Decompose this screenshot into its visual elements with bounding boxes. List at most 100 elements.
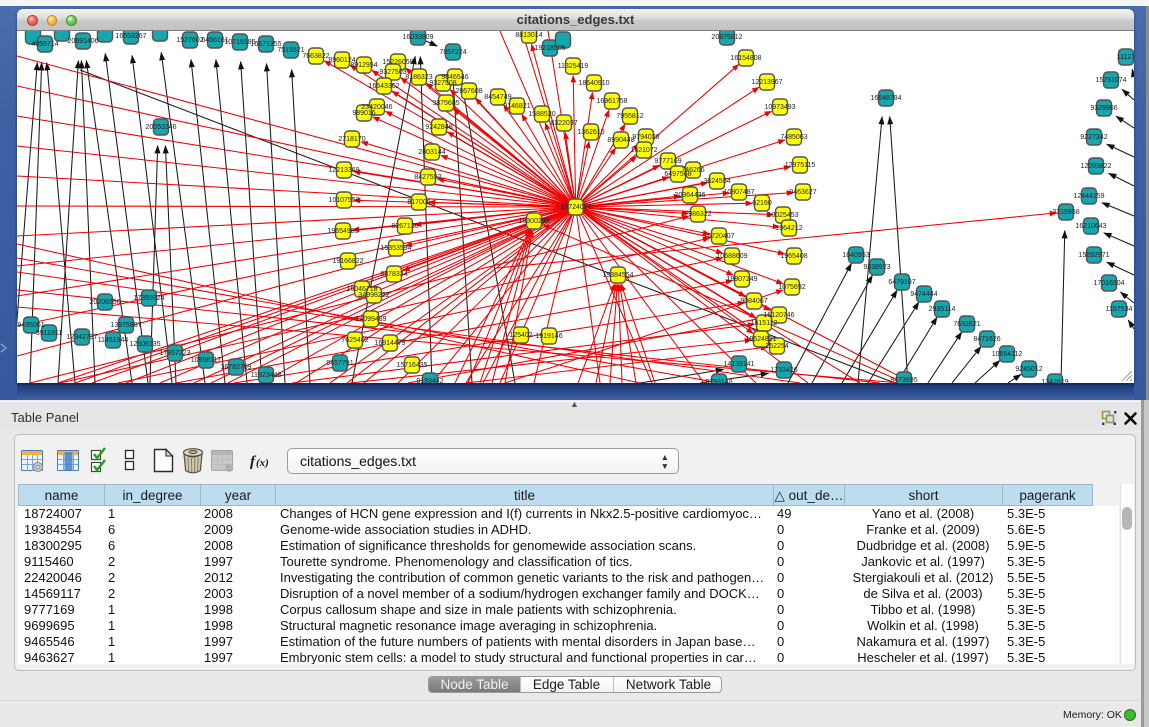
svg-text:1527602: 1527602 [176,37,203,44]
svg-text:11325419: 11325419 [558,63,589,70]
svg-text:817006: 817006 [407,199,430,206]
svg-text:1342619: 1342619 [1041,379,1068,383]
svg-text:1964212: 1964212 [775,225,802,232]
svg-text:1615112: 1615112 [751,320,778,327]
svg-text:20206556: 20206556 [89,299,120,306]
svg-text:252254: 252254 [765,343,788,350]
svg-text:16033809: 16033809 [402,34,433,41]
svg-text:2718170: 2718170 [338,136,365,143]
svg-text:(x): (x) [256,457,269,469]
svg-text:8813014: 8813014 [515,32,542,39]
svg-text:1640953: 1640953 [842,252,869,259]
svg-text:12093822: 12093822 [1080,163,1111,170]
svg-text:11923448: 11923448 [251,372,282,379]
svg-text:10025453: 10025453 [767,212,798,219]
svg-text:15226058: 15226058 [382,59,413,66]
svg-text:9474444: 9474444 [910,291,937,298]
svg-text:9794028: 9794028 [632,134,659,141]
svg-text:6479197: 6479197 [888,279,915,286]
svg-text:1362615: 1362615 [577,129,604,136]
svg-text:18300295: 18300295 [518,218,549,225]
svg-text:10654112: 10654112 [992,351,1023,358]
svg-text:12213967: 12213967 [751,79,782,86]
svg-text:2867608: 2867608 [455,88,482,95]
svg-text:34998222: 34998222 [358,292,389,299]
svg-text:7515521: 7515521 [277,47,304,54]
svg-text:16914479: 16914479 [374,340,405,347]
svg-text:1965408: 1965408 [780,253,807,260]
svg-text:14139141: 14139141 [723,361,754,368]
svg-text:15692971: 15692971 [1078,252,1109,259]
svg-text:18724007: 18724007 [560,204,591,211]
svg-text:4055714: 4055714 [31,41,58,48]
svg-text:7955812: 7955812 [616,113,643,120]
svg-text:9457791: 9457791 [326,360,353,367]
svg-text:15716435: 15716435 [396,362,427,369]
svg-text:16961758: 16961758 [596,98,627,105]
svg-text:9327503: 9327503 [379,69,406,76]
svg-text:11127: 11127 [1117,54,1134,61]
svg-text:7986322: 7986322 [684,211,711,218]
svg-text:8912954: 8912954 [350,62,377,69]
svg-text:2803144: 2803144 [418,149,445,156]
svg-text:9463627: 9463627 [789,189,816,196]
svg-text:9227342: 9227342 [1080,134,1107,141]
svg-text:8322037: 8322037 [550,120,577,127]
svg-text:10973493: 10973493 [764,104,795,111]
svg-text:9146821: 9146821 [503,103,530,110]
svg-text:8427552: 8427552 [414,174,441,181]
svg-text:10958117: 10958117 [191,357,222,364]
svg-text:15353594: 15353594 [380,245,411,252]
svg-text:1621072: 1621072 [630,147,657,154]
svg-text:16210643: 16210643 [1075,223,1106,230]
svg-text:19654985: 19654985 [327,228,358,235]
svg-text:989016: 989016 [352,110,375,117]
svg-text:16782759: 16782759 [220,364,251,371]
svg-text:16543362: 16543362 [368,83,399,90]
svg-text:1919146: 1919146 [535,333,562,340]
svg-text:20691406: 20691406 [67,38,98,45]
svg-text:12975115: 12975115 [785,162,816,169]
svg-text:19384554: 19384554 [602,272,633,279]
svg-text:16648784: 16648784 [870,95,901,102]
svg-text:15720407: 15720407 [703,233,734,240]
svg-text:8454749: 8454749 [484,94,511,101]
svg-text:14099489: 14099489 [355,316,386,323]
svg-text:9327508: 9327508 [429,80,456,87]
svg-text:20364436: 20364436 [674,192,705,199]
svg-text:125402: 125402 [509,332,532,339]
svg-text:12444159: 12444159 [1073,193,1104,200]
svg-text:16553267: 16553267 [115,33,146,40]
svg-text:15751074: 15751074 [1095,77,1126,84]
svg-text:7857224: 7857224 [439,49,466,56]
svg-text:7632621: 7632621 [953,321,980,328]
svg-text:9435061: 9435061 [17,322,44,329]
svg-text:16120746: 16120746 [763,312,794,319]
svg-text:9777169: 9777169 [654,158,681,165]
svg-text:18640910: 18640910 [578,80,609,87]
svg-text:7663822: 7663822 [302,53,329,60]
svg-text:9329966: 9329966 [1090,105,1117,112]
svg-text:8267130: 8267130 [391,223,418,230]
svg-text:3875685: 3875685 [432,100,459,107]
svg-text:10107553: 10107553 [328,197,359,204]
svg-text:18807249: 18807249 [726,276,757,283]
svg-text:9793148: 9793148 [705,379,732,383]
svg-text:9338923: 9338923 [863,264,890,271]
svg-text:1167534: 1167534 [1106,306,1133,313]
svg-text:12505135: 12505135 [129,341,160,348]
svg-text:3624554: 3624554 [703,178,730,185]
svg-text:7625402: 7625402 [341,337,368,344]
svg-text:8878334: 8878334 [380,271,407,278]
svg-text:9846546: 9846546 [441,74,468,81]
svg-text:6497568: 6497568 [664,171,691,178]
svg-text:10688609: 10688609 [716,253,747,260]
svg-text:8471626: 8471626 [973,336,1000,343]
svg-text:9084067: 9084067 [740,298,767,305]
svg-text:8473695: 8473695 [890,377,917,383]
svg-text:19524851: 19524851 [745,336,776,343]
svg-text:62160: 62160 [752,200,772,207]
svg-text:7485063: 7485063 [780,134,807,141]
svg-text:9245012: 9245012 [1015,366,1042,373]
svg-text:16154808: 16154808 [730,55,761,62]
